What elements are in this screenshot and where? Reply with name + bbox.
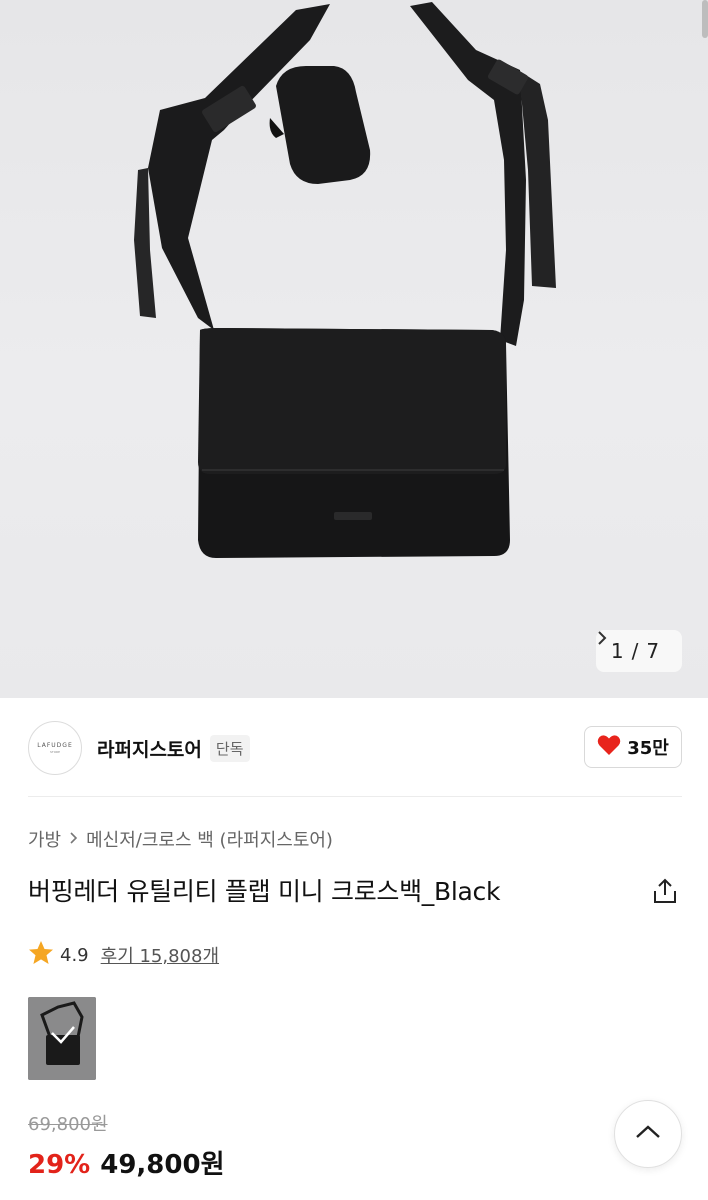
chevron-up-icon (635, 1124, 661, 1144)
rating-row: 4.9 후기 15,808개 (28, 940, 219, 970)
product-photo (134, 2, 556, 558)
gallery-pager[interactable]: 1 / 7 (596, 630, 682, 672)
scrollbar[interactable] (702, 0, 708, 38)
sale-price: 49,800원 (100, 1150, 225, 1180)
product-image-gallery[interactable]: 1 / 7 (0, 0, 708, 698)
store-name[interactable]: 라퍼지스토어 (97, 735, 202, 762)
rating-value: 4.9 (60, 944, 89, 966)
scroll-to-top-button[interactable] (614, 1100, 682, 1168)
star-icon (28, 940, 54, 970)
store-logo-text: LAFUDGE (37, 742, 73, 749)
store-logo-subtext: STORE (49, 750, 61, 754)
like-count: 35만 (627, 738, 669, 759)
store-row: LAFUDGE STORE 라퍼지스토어 단독 35만 (28, 720, 682, 776)
divider (28, 796, 682, 797)
pager-current: 1 (610, 639, 624, 663)
exclusive-badge: 단독 (209, 734, 250, 762)
original-price: 69,800원 (28, 1114, 108, 1135)
color-option-thumbnail[interactable] (28, 997, 96, 1080)
breadcrumb: 가방 메신저/크로스 백 (라퍼지스토어) (28, 826, 333, 852)
store-logo[interactable]: LAFUDGE STORE (28, 721, 82, 775)
pager-total: 7 (646, 639, 660, 663)
share-icon[interactable] (650, 876, 680, 906)
chevron-right-icon (69, 829, 78, 850)
pager-separator: / (631, 639, 639, 663)
breadcrumb-item-subcategory[interactable]: 메신저/크로스 백 (라퍼지스토어) (86, 826, 333, 852)
discount-rate: 29% (28, 1150, 91, 1180)
review-link[interactable]: 후기 15,808개 (101, 942, 219, 968)
like-button[interactable]: 35만 (584, 726, 682, 768)
heart-icon (597, 734, 621, 761)
product-title: 버핑레더 유틸리티 플랩 미니 크로스백_Black (28, 877, 501, 906)
breadcrumb-item-category[interactable]: 가방 (28, 826, 61, 852)
price-row: 29% 49,800원 (28, 1144, 225, 1181)
